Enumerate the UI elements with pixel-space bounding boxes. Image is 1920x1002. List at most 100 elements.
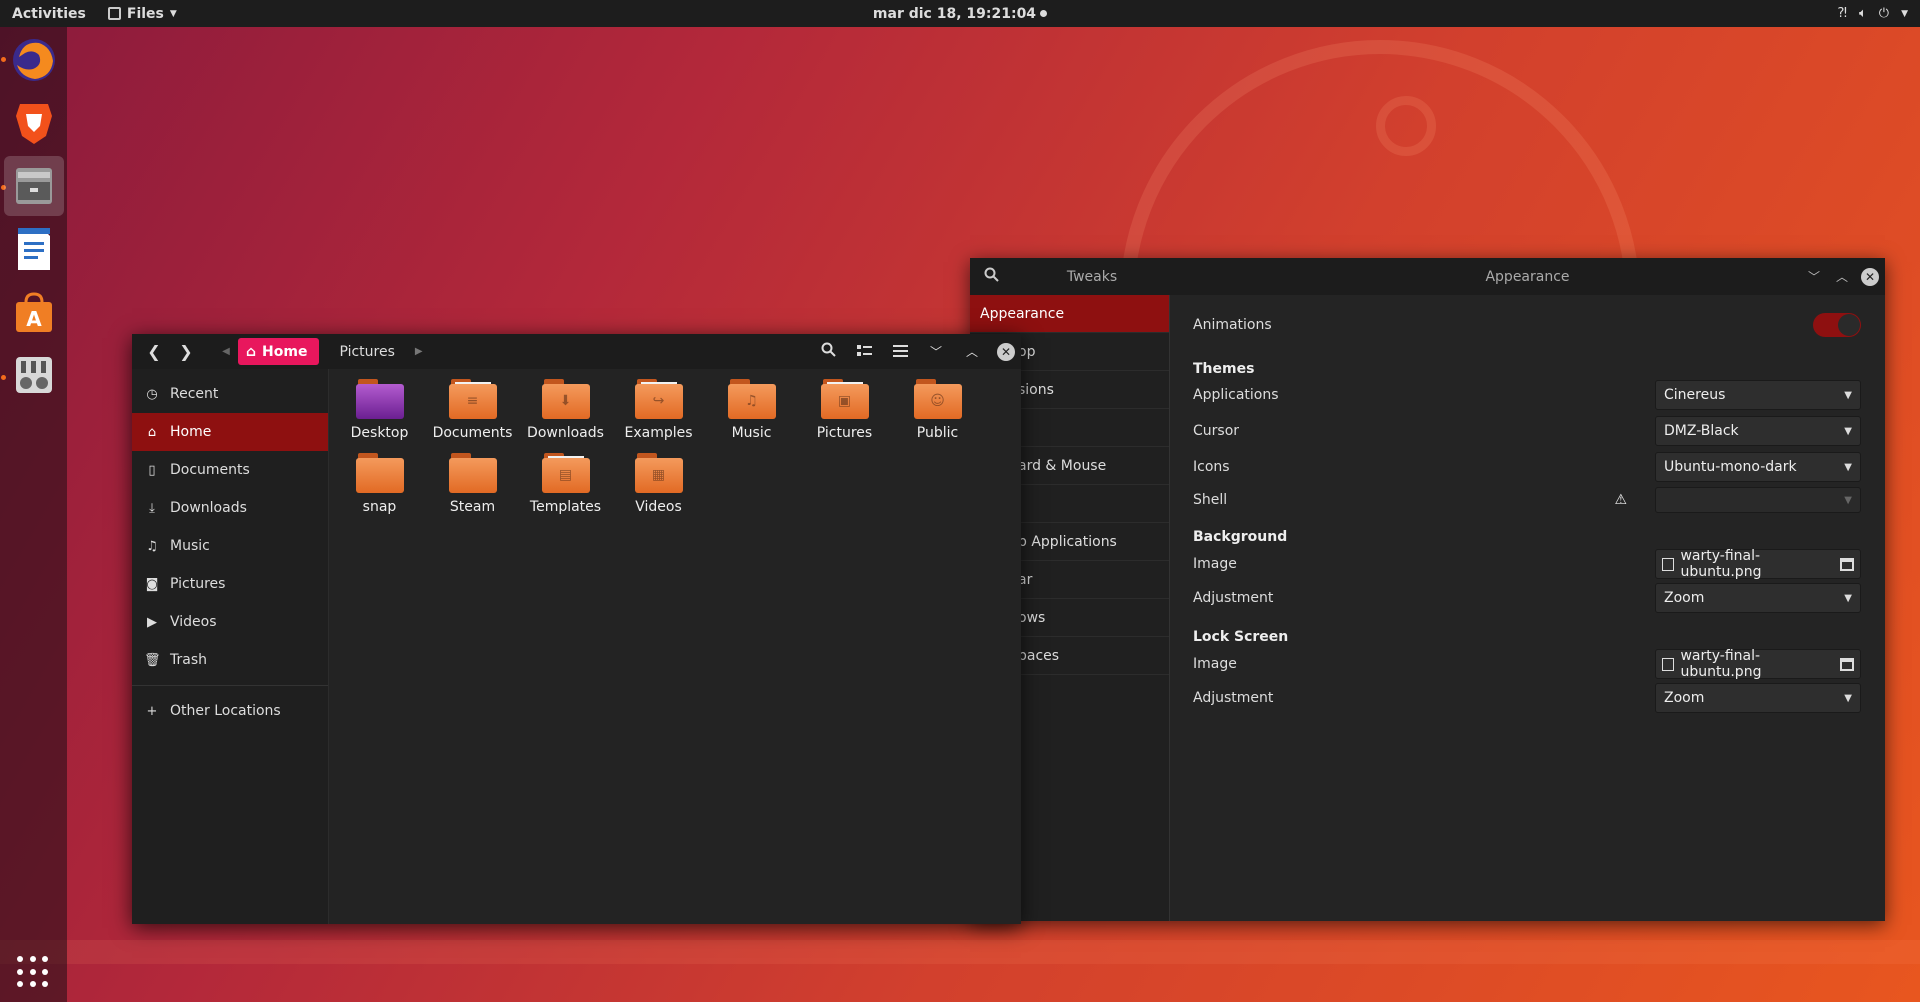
animations-row: Animations [1193,309,1861,341]
folder-videos[interactable]: ▦ Videos [612,453,705,523]
background-image-row: Image warty-final-ubuntu.png [1193,548,1861,580]
back-button[interactable]: ❮ [138,334,170,369]
chevron-down-icon: ▼ [169,8,177,19]
appearance-panel: Animations Themes Applications Cinereus ▼… [1170,295,1885,921]
folder-pictures[interactable]: ▣ Pictures [798,379,891,449]
close-button[interactable]: ✕ [1861,267,1879,286]
files-window: ❮ ❯ ◀ ⌂ Home Pictures ▶ ﹀ ︿ ✕ ◷ Recent ⌂ H… [132,334,1021,924]
folder-templates[interactable]: ▤ Templates [519,453,612,523]
shell-row: Shell ⚠ ▼ [1193,484,1861,516]
brave-launcher[interactable] [4,93,64,153]
folder-examples-icon: ↪ [634,379,683,419]
sidebar-item-trash[interactable]: 🗑︎ Trash [132,641,328,679]
document-icon: ▯ [148,462,156,478]
software-launcher[interactable]: A [4,282,64,342]
breadcrumb-scroll-right-icon[interactable]: ▶ [415,346,423,357]
breadcrumb-scroll-left-icon[interactable]: ◀ [214,346,238,357]
sidebar-item-home[interactable]: ⌂ Home [132,413,328,451]
breadcrumb-home[interactable]: ⌂ Home [238,338,320,365]
sidebar-item-pictures[interactable]: ◙ Pictures [132,565,328,603]
sidebar-item-appearance[interactable]: Appearance [970,295,1169,333]
shell-label: Shell [1193,492,1228,508]
dropdown-arrow-icon: ▼ [1844,425,1852,437]
search-icon[interactable] [970,267,1012,286]
folder-steam[interactable]: Steam [426,453,519,523]
folder-music-icon: ♫ [727,379,776,419]
network-icon[interactable]: ⁈ [1837,6,1847,21]
minimize-button[interactable]: ﹀ [1805,268,1823,286]
close-button[interactable]: ✕ [997,342,1015,361]
search-button[interactable] [817,342,839,361]
maximize-button[interactable]: ︿ [961,343,983,361]
firefox-launcher[interactable] [4,30,64,90]
clock-label: mar dic 18, 19:21:04 [872,5,1037,22]
power-icon[interactable]: ⏻ [1879,6,1889,21]
volume-icon[interactable]: 🔈︎ [1859,6,1867,21]
video-icon: ▶ [147,614,157,630]
cursor-row: Cursor DMZ-Black ▼ [1193,415,1861,447]
folder-icon [355,453,404,493]
clock[interactable]: mar dic 18, 19:21:04 [872,5,1048,22]
files-launcher[interactable] [4,156,64,216]
icons-row: Icons Ubuntu-mono-dark ▼ [1193,451,1861,483]
forward-button[interactable]: ❯ [170,334,202,369]
page-title: Appearance [1485,268,1570,285]
show-applications-button[interactable] [17,956,49,988]
icons-theme-select[interactable]: Ubuntu-mono-dark ▼ [1655,452,1861,482]
app-menu[interactable]: Files ▼ [107,6,177,22]
animations-toggle[interactable] [1813,313,1861,337]
lock-adjustment-select[interactable]: Zoom ▼ [1655,683,1861,713]
camera-icon: ◙ [145,576,159,592]
cursor-theme-select[interactable]: DMZ-Black ▼ [1655,416,1861,446]
folder-public[interactable]: ☺ Public [891,379,984,449]
folder-public-icon: ☺ [913,379,962,419]
applications-theme-select[interactable]: Cinereus ▼ [1655,380,1861,410]
tweaks-launcher[interactable] [4,345,64,405]
sidebar-item-videos[interactable]: ▶ Videos [132,603,328,641]
folder-documents-icon: ≡ [448,379,497,419]
sidebar-item-documents[interactable]: ▯ Documents [132,451,328,489]
dropdown-arrow-icon: ▼ [1844,692,1852,704]
maximize-button[interactable]: ︿ [1833,268,1851,286]
lock-image-chooser[interactable]: warty-final-ubuntu.png [1655,648,1861,680]
activities-button[interactable]: Activities [12,6,86,22]
search-icon [821,342,836,357]
folder-music[interactable]: ♫ Music [705,379,798,449]
animations-label: Animations [1193,317,1272,333]
home-icon: ⌂ [147,424,157,440]
folder-templates-icon: ▤ [541,453,590,493]
folder-examples[interactable]: ↪ Examples [612,379,705,449]
lock-adjustment-row: Adjustment Zoom ▼ [1193,682,1861,714]
view-options-button[interactable] [853,343,875,361]
files-app-icon [107,7,121,20]
minimize-button[interactable]: ﹀ [925,343,947,361]
folder-icon [448,453,497,493]
sidebar-item-other-locations[interactable]: + Other Locations [132,692,328,730]
plus-icon: + [146,703,158,719]
sidebar-item-music[interactable]: ♫ Music [132,527,328,565]
menu-button[interactable] [889,343,911,361]
shell-theme-select: ▼ [1655,487,1861,513]
background-image-chooser[interactable]: warty-final-ubuntu.png [1655,548,1861,580]
cursor-label: Cursor [1193,423,1240,439]
sidebar-separator [132,685,328,686]
dropdown-arrow-icon: ▼ [1844,461,1852,473]
folder-desktop[interactable]: Desktop [333,379,426,449]
trash-icon: 🗑︎ [144,652,161,668]
folder-snap[interactable]: snap [333,453,426,523]
breadcrumb-pictures[interactable]: Pictures [319,344,414,360]
shopping-bag-icon: A [16,292,52,332]
writer-launcher[interactable] [4,219,64,279]
sidebar-item-downloads[interactable]: ⤓ Downloads [132,489,328,527]
tweaks-title: Tweaks [1066,268,1118,285]
sidebar-item-recent[interactable]: ◷ Recent [132,375,328,413]
background-adjustment-select[interactable]: Zoom ▼ [1655,583,1861,613]
folder-documents[interactable]: ≡ Documents [426,379,519,449]
music-icon: ♫ [146,538,158,554]
sliders-icon [16,357,52,393]
file-icon [1662,657,1675,671]
folder-downloads[interactable]: ⬇ Downloads [519,379,612,449]
chevron-down-icon[interactable]: ▼ [1901,9,1908,19]
lock-image-label: Image [1193,656,1237,672]
system-tray[interactable]: ⁈ 🔈︎ ⏻ ▼ [1837,0,1908,27]
